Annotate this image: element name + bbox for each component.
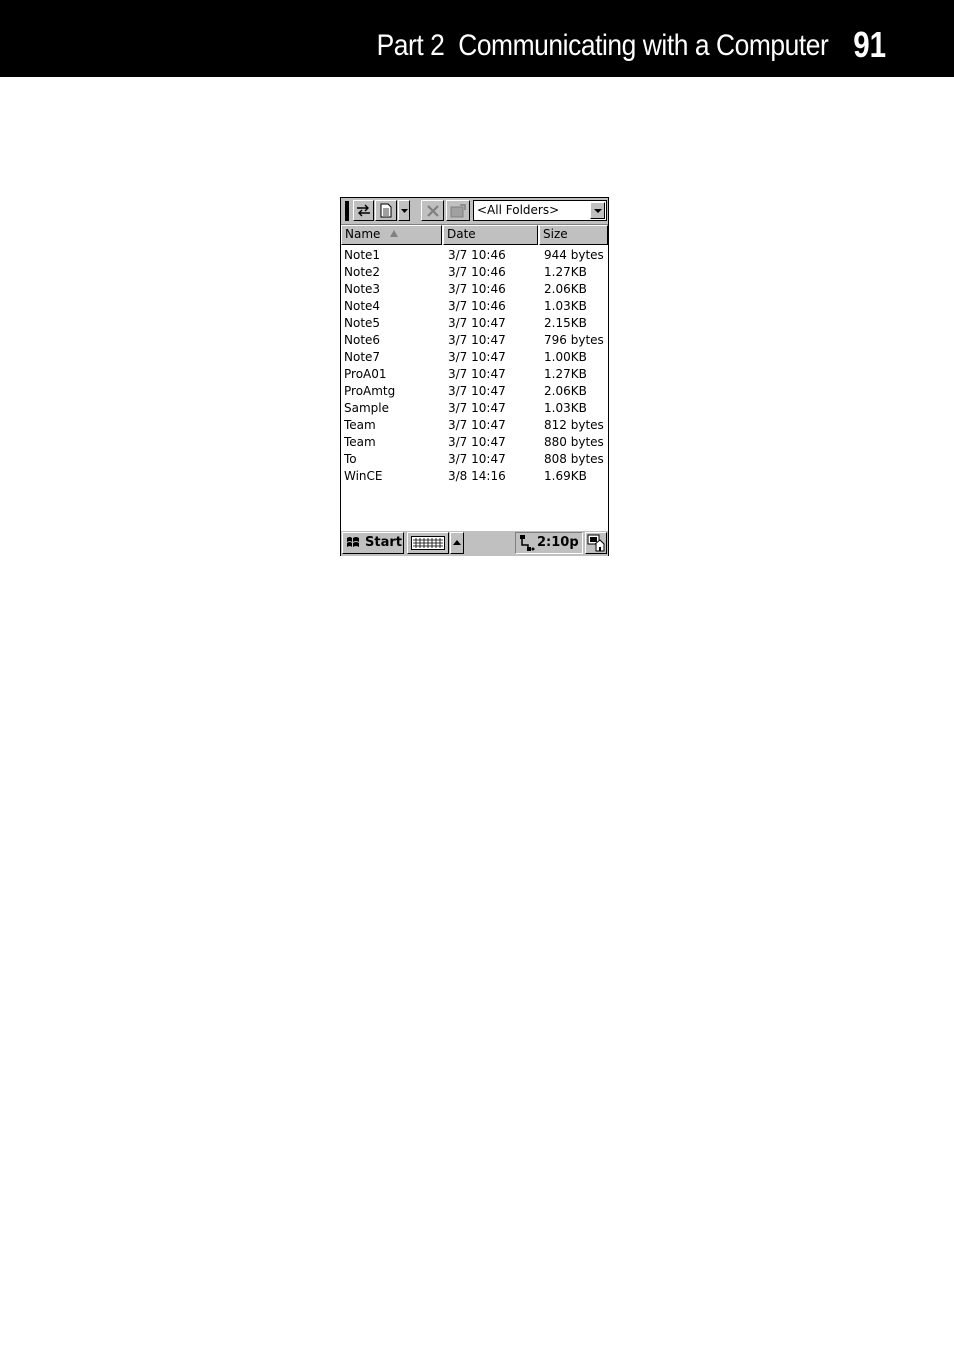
file-size: 1.27KB (544, 367, 587, 381)
file-size: 880 bytes (544, 435, 604, 449)
file-date: 3/7 10:47 (448, 418, 506, 432)
windows-flag-icon (347, 537, 359, 547)
column-header-name-label: Name (345, 227, 381, 241)
column-headers: Name Date Size (341, 225, 608, 245)
file-date: 3/7 10:46 (448, 248, 506, 262)
file-name: Sample (344, 401, 389, 415)
page-header-title: Part 2 Communicating with a Computer (376, 29, 828, 62)
file-size: 944 bytes (544, 248, 604, 262)
sync-icon (357, 204, 370, 217)
file-row[interactable]: Note1 3/7 10:46 944 bytes (341, 247, 608, 264)
keyboard-icon (411, 536, 445, 550)
delete-icon (426, 204, 439, 217)
file-name: Note5 (344, 316, 381, 330)
input-panel-button[interactable] (407, 532, 449, 554)
column-header-date-label: Date (447, 227, 476, 241)
file-name: Team (344, 435, 376, 449)
dropdown-arrow-icon (400, 208, 408, 213)
file-row[interactable]: Note2 3/7 10:46 1.27KB (341, 264, 608, 281)
file-name: Note7 (344, 350, 381, 364)
file-name: Note6 (344, 333, 381, 347)
file-size: 2.06KB (544, 282, 587, 296)
column-header-size[interactable]: Size (539, 225, 608, 245)
toolbar: <All Folders> (341, 198, 608, 225)
file-date: 3/7 10:47 (448, 316, 506, 330)
file-date: 3/7 10:46 (448, 282, 506, 296)
file-date: 3/7 10:47 (448, 333, 506, 347)
file-size: 796 bytes (544, 333, 604, 347)
file-name: Note3 (344, 282, 381, 296)
file-date: 3/8 14:16 (448, 469, 506, 483)
file-size: 1.69KB (544, 469, 587, 483)
desktop-button[interactable] (585, 532, 607, 554)
folder-filter-select[interactable]: <All Folders> (473, 200, 607, 221)
properties-icon (450, 203, 466, 217)
column-header-size-label: Size (543, 227, 568, 241)
pocket-pc-screen: <All Folders> Name Date Size Note1 3/7 10… (340, 197, 609, 556)
file-row[interactable]: Note3 3/7 10:46 2.06KB (341, 281, 608, 298)
file-name: Note4 (344, 299, 381, 313)
file-row[interactable]: Note4 3/7 10:46 1.03KB (341, 298, 608, 315)
file-name: Note1 (344, 248, 381, 262)
file-size: 812 bytes (544, 418, 604, 432)
file-row[interactable]: Note5 3/7 10:47 2.15KB (341, 315, 608, 332)
file-size: 1.00KB (544, 350, 587, 364)
folder-filter-arrow[interactable] (590, 202, 605, 219)
start-button[interactable]: Start (342, 532, 404, 554)
file-size: 2.06KB (544, 384, 587, 398)
file-size: 1.03KB (544, 299, 587, 313)
desktop-icon (587, 534, 605, 552)
clock[interactable]: 2:10p (537, 534, 579, 552)
file-date: 3/7 10:47 (448, 350, 506, 364)
connection-icon[interactable] (518, 534, 536, 552)
input-method-arrow-button[interactable] (450, 532, 464, 554)
file-list: Note1 3/7 10:46 944 bytes Note2 3/7 10:46 1.… (341, 247, 608, 485)
file-row[interactable]: Team 3/7 10:47 812 bytes (341, 417, 608, 434)
new-document-icon (380, 203, 392, 218)
file-date: 3/7 10:47 (448, 452, 506, 466)
delete-button[interactable] (421, 200, 444, 221)
file-name: Note2 (344, 265, 381, 279)
file-name: WinCE (344, 469, 383, 483)
column-header-name[interactable]: Name (341, 225, 442, 245)
file-size: 808 bytes (544, 452, 604, 466)
toolbar-grip[interactable] (345, 201, 349, 221)
file-row[interactable]: ProA01 3/7 10:47 1.27KB (341, 366, 608, 383)
file-row[interactable]: Team 3/7 10:47 880 bytes (341, 434, 608, 451)
file-size: 1.27KB (544, 265, 587, 279)
new-document-button[interactable] (375, 200, 397, 221)
start-button-label: Start (365, 535, 402, 550)
sort-ascending-icon (390, 230, 399, 237)
file-date: 3/7 10:47 (448, 435, 506, 449)
file-row[interactable]: ProAmtg 3/7 10:47 2.06KB (341, 383, 608, 400)
file-date: 3/7 10:47 (448, 384, 506, 398)
page-number: 91 (853, 24, 886, 65)
file-row[interactable]: To 3/7 10:47 808 bytes (341, 451, 608, 468)
folder-filter-value: <All Folders> (477, 203, 560, 217)
file-date: 3/7 10:46 (448, 265, 506, 279)
system-tray: 2:10p (515, 532, 583, 554)
file-size: 2.15KB (544, 316, 587, 330)
file-size: 1.03KB (544, 401, 587, 415)
file-name: To (344, 452, 357, 466)
taskbar: Start 2:10p (341, 530, 608, 556)
file-date: 3/7 10:47 (448, 401, 506, 415)
page-header-bar: Part 2 Communicating with a Computer 91 (0, 0, 954, 77)
column-header-date[interactable]: Date (443, 225, 538, 245)
file-name: ProA01 (344, 367, 387, 381)
file-date: 3/7 10:47 (448, 367, 506, 381)
file-name: Team (344, 418, 376, 432)
file-row[interactable]: Sample 3/7 10:47 1.03KB (341, 400, 608, 417)
file-row[interactable]: WinCE 3/8 14:16 1.69KB (341, 468, 608, 485)
file-row[interactable]: Note6 3/7 10:47 796 bytes (341, 332, 608, 349)
sync-button[interactable] (353, 200, 374, 221)
file-row[interactable]: Note7 3/7 10:47 1.00KB (341, 349, 608, 366)
file-name: ProAmtg (344, 384, 396, 398)
properties-button[interactable] (446, 200, 470, 221)
file-date: 3/7 10:46 (448, 299, 506, 313)
new-document-menu-button[interactable] (398, 200, 410, 221)
